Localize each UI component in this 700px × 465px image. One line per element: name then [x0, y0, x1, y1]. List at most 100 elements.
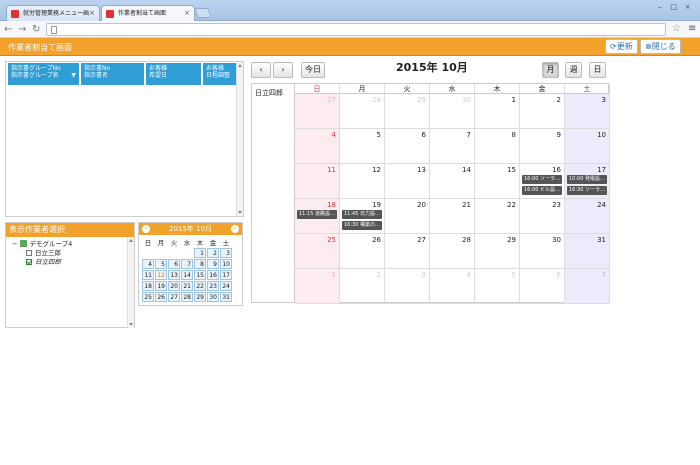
calendar-event[interactable]: 16:00 ビル設…	[522, 186, 562, 195]
reload-icon[interactable]: ↻	[32, 23, 40, 36]
mini-day-cell[interactable]: 21	[181, 281, 193, 291]
calendar-day-cell[interactable]: 20	[385, 199, 430, 234]
calendar-day-cell[interactable]: 5	[475, 269, 520, 304]
mini-day-cell[interactable]: 9	[207, 259, 219, 269]
mini-day-cell[interactable]: 30	[207, 292, 219, 302]
today-button[interactable]: 今日	[301, 62, 325, 78]
back-icon[interactable]: ←	[4, 23, 12, 36]
calendar-day-cell[interactable]: 11	[295, 164, 340, 199]
mini-day-cell[interactable]: 22	[194, 281, 206, 291]
mini-day-cell[interactable]: 11	[142, 270, 154, 280]
mini-day-cell[interactable]: 17	[220, 270, 232, 280]
worker-item[interactable]: 日立四郎	[26, 258, 61, 266]
calendar-day-cell[interactable]: 8	[475, 129, 520, 164]
mini-day-cell[interactable]: 18	[142, 281, 154, 291]
calendar-day-cell[interactable]: 6	[385, 129, 430, 164]
worker-checkbox[interactable]	[26, 259, 32, 265]
col-header-group[interactable]: 指示書グループNo 指示書グループ名 ▼	[8, 63, 79, 85]
calendar-event[interactable]: 11:45 日力設…	[342, 210, 382, 219]
refresh-button[interactable]: ⟳更新	[605, 39, 638, 54]
calendar-event[interactable]: 11:15 道路設…	[297, 210, 337, 219]
calendar-day-cell[interactable]: 12	[340, 164, 385, 199]
calendar-day-cell[interactable]: 29	[385, 94, 430, 129]
calendar-day-cell[interactable]: 28	[340, 94, 385, 129]
calendar-day-cell[interactable]: 10	[565, 129, 610, 164]
url-input[interactable]	[46, 23, 666, 36]
calendar-day-cell[interactable]: 7	[430, 129, 475, 164]
worker-checkbox[interactable]	[26, 250, 32, 256]
close-tab-icon[interactable]: ×	[89, 6, 95, 21]
mini-day-cell[interactable]: 26	[155, 292, 167, 302]
view-day-button[interactable]: 日	[589, 62, 606, 78]
mini-day-cell[interactable]: 25	[142, 292, 154, 302]
calendar-day-cell[interactable]: 3	[565, 94, 610, 129]
prev-month-button[interactable]: ‹	[251, 62, 271, 78]
view-week-button[interactable]: 週	[565, 62, 582, 78]
calendar-day-cell[interactable]: 24	[565, 199, 610, 234]
mini-day-cell[interactable]: 1	[194, 248, 206, 258]
tree-collapse-icon[interactable]: −	[12, 240, 17, 248]
browser-menu-icon[interactable]: ≡	[688, 23, 696, 34]
window-close-icon[interactable]: ×	[682, 3, 693, 12]
calendar-day-cell[interactable]: 9	[520, 129, 565, 164]
mini-day-cell[interactable]: 12	[155, 270, 167, 280]
worker-item[interactable]: 日立三郎	[26, 249, 61, 257]
calendar-day-cell[interactable]: 28	[430, 234, 475, 269]
tree-group[interactable]: − デモグループ4	[12, 240, 72, 248]
calendar-day-cell[interactable]: 30	[430, 94, 475, 129]
mini-day-cell[interactable]: 5	[155, 259, 167, 269]
minimize-icon[interactable]: –	[654, 3, 665, 12]
mini-day-cell[interactable]: 19	[155, 281, 167, 291]
close-button[interactable]: ⊗閉じる	[640, 39, 681, 54]
worker-scrollbar[interactable]	[127, 237, 134, 328]
col-header-instruction[interactable]: 指示書No 指示書名	[81, 63, 144, 85]
calendar-day-cell[interactable]: 1	[475, 94, 520, 129]
mini-day-cell[interactable]: 24	[220, 281, 232, 291]
calendar-day-cell[interactable]: 30	[520, 234, 565, 269]
calendar-day-cell[interactable]: 13	[385, 164, 430, 199]
mini-day-cell[interactable]: 6	[168, 259, 180, 269]
calendar-day-cell[interactable]: 22	[475, 199, 520, 234]
calendar-event[interactable]: 10:00 発電設…	[567, 175, 607, 184]
mini-day-cell[interactable]: 4	[142, 259, 154, 269]
calendar-day-cell[interactable]: 15	[475, 164, 520, 199]
mini-day-cell[interactable]: 29	[194, 292, 206, 302]
bookmark-star-icon[interactable]: ☆	[672, 23, 681, 34]
calendar-event[interactable]: 16:30 構築の…	[342, 221, 382, 230]
calendar-day-cell[interactable]: 26	[340, 234, 385, 269]
mini-day-cell[interactable]: 14	[181, 270, 193, 280]
calendar-day-cell[interactable]: 1	[295, 269, 340, 304]
close-tab-icon[interactable]: ×	[184, 6, 190, 21]
mini-day-cell[interactable]: 15	[194, 270, 206, 280]
calendar-day-cell[interactable]: 5	[340, 129, 385, 164]
mini-day-cell[interactable]: 8	[194, 259, 206, 269]
col-header-desired-date[interactable]: お客様 希望日	[146, 63, 201, 85]
mini-day-cell[interactable]: 31	[220, 292, 232, 302]
new-tab-button[interactable]	[194, 8, 212, 18]
calendar-day-cell[interactable]: 4	[430, 269, 475, 304]
calendar-day-cell[interactable]: 14	[430, 164, 475, 199]
mini-day-cell[interactable]: 3	[220, 248, 232, 258]
mini-next-month-icon[interactable]: ›	[231, 225, 239, 233]
calendar-day-cell[interactable]: 2	[340, 269, 385, 304]
browser-tab-menu[interactable]: 就労管理業務メニュー画 ×	[6, 5, 100, 21]
mini-day-cell[interactable]: 13	[168, 270, 180, 280]
mini-day-cell[interactable]: 27	[168, 292, 180, 302]
calendar-day-cell[interactable]: 7	[565, 269, 610, 304]
view-month-button[interactable]: 月	[542, 62, 559, 78]
calendar-day-cell[interactable]: 23	[520, 199, 565, 234]
calendar-day-cell[interactable]: 3	[385, 269, 430, 304]
calendar-event[interactable]: 16:00 ソーラ…	[522, 175, 562, 184]
mini-day-cell[interactable]: 2	[207, 248, 219, 258]
calendar-day-cell[interactable]: 2	[520, 94, 565, 129]
calendar-event[interactable]: 16:30 ソーラ…	[567, 186, 607, 195]
mini-prev-month-icon[interactable]: ‹	[142, 225, 150, 233]
mini-day-cell[interactable]: 28	[181, 292, 193, 302]
calendar-day-cell[interactable]: 25	[295, 234, 340, 269]
mini-day-cell[interactable]: 20	[168, 281, 180, 291]
mini-day-cell[interactable]: 7	[181, 259, 193, 269]
calendar-day-cell[interactable]: 27	[385, 234, 430, 269]
calendar-day-cell[interactable]: 31	[565, 234, 610, 269]
mini-day-cell[interactable]: 10	[220, 259, 232, 269]
forward-icon[interactable]: →	[18, 23, 26, 36]
